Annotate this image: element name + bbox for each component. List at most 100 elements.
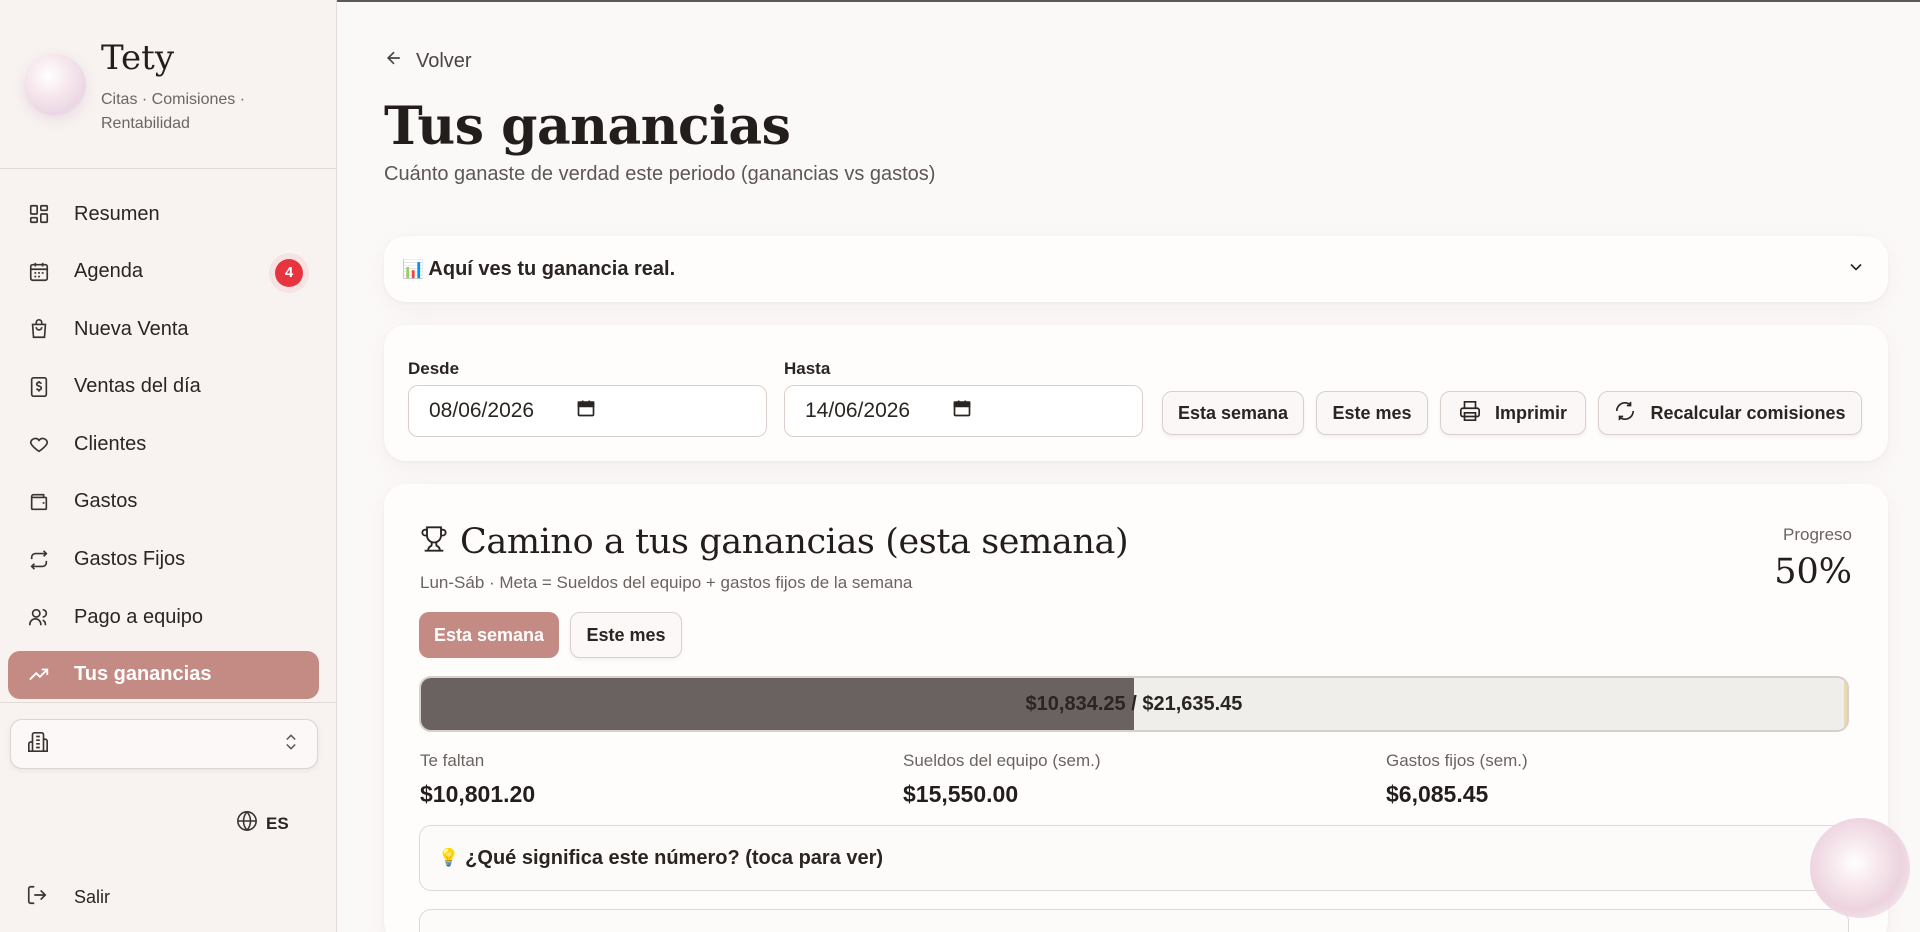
this-month-label: Este mes: [1332, 402, 1412, 423]
back-link[interactable]: Volver: [384, 48, 472, 74]
assistant-orb-button[interactable]: [1810, 818, 1910, 918]
recalculate-label: Recalcular comisiones: [1650, 402, 1846, 423]
from-date-input[interactable]: 08/06/2026: [408, 385, 767, 437]
chevron-down-icon: [1846, 257, 1866, 282]
agenda-count-badge: 4: [275, 258, 303, 287]
sidebar-divider: [0, 168, 337, 169]
sidebar-item-label: Gastos: [74, 490, 138, 513]
chevrons-up-down-icon: [281, 732, 301, 757]
salaries-stat: Sueldos del equipo (sem.) $15,550.00: [903, 751, 1101, 808]
goal-toggle-week[interactable]: Esta semana: [419, 612, 559, 658]
globe-icon: [236, 810, 258, 837]
sidebar-item-gastos-fijos[interactable]: Gastos Fijos: [8, 536, 319, 584]
progress-value: 50%: [1774, 552, 1852, 592]
bar-chart-emoji-icon: 📊: [402, 258, 425, 279]
sidebar-item-agenda[interactable]: Agenda 4: [8, 248, 319, 296]
goal-target-amount: $21,635.45: [1142, 692, 1243, 715]
fixed-expenses-label: Gastos fijos (sem.): [1386, 751, 1528, 770]
wallet-icon: [26, 489, 52, 515]
brand-logo-orb: [24, 54, 86, 116]
calendar-icon: [26, 259, 52, 285]
language-switcher[interactable]: ES: [236, 810, 289, 837]
sidebar-item-pago-a-equipo[interactable]: Pago a equipo: [8, 593, 319, 641]
main-content: Volver Tus ganancias Cuánto ganaste de v…: [338, 0, 1920, 932]
sidebar-item-nueva-venta[interactable]: Nueva Venta: [8, 305, 319, 353]
goal-amount-separator: /: [1125, 692, 1143, 715]
page-title: Tus ganancias: [384, 96, 791, 157]
brand-name: Tety: [101, 38, 175, 78]
sidebar-item-clientes[interactable]: Clientes: [8, 420, 319, 468]
recalculate-commissions-button[interactable]: Recalcular comisiones: [1598, 391, 1862, 435]
repeat-icon: [26, 547, 52, 573]
earnings-goal-card: Camino a tus ganancias (esta semana) Lun…: [384, 484, 1888, 932]
this-week-label: Esta semana: [1177, 402, 1289, 423]
shopping-bag-icon: [26, 316, 52, 342]
to-date-label: Hasta: [784, 359, 831, 378]
trending-up-icon: [26, 662, 52, 688]
sidebar: Tety Citas · Comisiones · Rentabilidad R…: [0, 0, 337, 932]
goal-toggle-week-label: Esta semana: [433, 624, 545, 645]
sidebar-item-label: Tus ganancias: [74, 663, 212, 686]
receipt-dollar-icon: [26, 374, 52, 400]
next-section-box: [419, 909, 1849, 932]
sidebar-item-tus-ganancias[interactable]: Tus ganancias: [8, 650, 319, 699]
date-filter-card: Desde 08/06/2026 Hasta 14/06/2026 Esta s…: [384, 325, 1888, 461]
sidebar-item-label: Ventas del día: [74, 375, 201, 398]
print-button[interactable]: Imprimir: [1440, 391, 1586, 435]
refresh-icon: [1614, 400, 1636, 427]
page-subtitle: Cuánto ganaste de verdad este periodo (g…: [384, 163, 936, 185]
sidebar-item-resumen[interactable]: Resumen: [8, 190, 319, 238]
calendar-picker-icon[interactable]: [952, 398, 972, 424]
salaries-value: $15,550.00: [903, 781, 1019, 807]
dashboard-icon: [26, 201, 52, 227]
fixed-expenses-stat: Gastos fijos (sem.) $6,085.45: [1386, 751, 1528, 808]
remaining-stat: Te faltan $10,801.20: [420, 751, 535, 808]
logout-icon: [26, 884, 48, 911]
sidebar-item-label: Gastos Fijos: [74, 548, 186, 571]
print-label: Imprimir: [1494, 402, 1568, 423]
building-icon: [27, 731, 49, 758]
this-month-button[interactable]: Este mes: [1316, 391, 1428, 435]
goal-toggle-month[interactable]: Este mes: [570, 612, 682, 658]
remaining-value: $10,801.20: [420, 781, 536, 807]
info-accordion-text: Aquí ves tu ganancia real.: [428, 257, 676, 280]
goal-progress-text: $10,834.25 / $21,635.45: [421, 678, 1847, 730]
sidebar-divider: [0, 702, 337, 703]
users-icon: [26, 604, 52, 630]
arrow-left-icon: [384, 48, 404, 74]
sidebar-item-label: Resumen: [74, 202, 160, 225]
from-date-label: Desde: [408, 359, 460, 378]
salaries-label: Sueldos del equipo (sem.): [903, 751, 1101, 770]
sidebar-item-ventas-del-dia[interactable]: Ventas del día: [8, 363, 319, 411]
brand: Tety Citas · Comisiones · Rentabilidad: [22, 36, 322, 146]
from-date-value: 08/06/2026: [429, 399, 535, 422]
goal-current-amount: $10,834.25: [1025, 692, 1126, 715]
remaining-label: Te faltan: [420, 751, 485, 770]
language-code: ES: [266, 813, 289, 833]
sidebar-item-label: Agenda: [74, 260, 143, 283]
trophy-icon: [420, 522, 448, 562]
goal-title-text: Camino a tus ganancias (esta semana): [460, 522, 1129, 562]
goal-title: Camino a tus ganancias (esta semana): [420, 522, 1129, 562]
fixed-expenses-value: $6,085.45: [1386, 781, 1489, 807]
to-date-value: 14/06/2026: [805, 399, 911, 422]
explain-number-toggle[interactable]: 💡 ¿Qué significa este número? (toca para…: [419, 825, 1849, 891]
explain-number-text: ¿Qué significa este número? (toca para v…: [465, 846, 884, 869]
info-accordion[interactable]: 📊 Aquí ves tu ganancia real.: [384, 236, 1888, 302]
goal-subtitle: Lun-Sáb · Meta = Sueldos del equipo + ga…: [420, 573, 913, 592]
to-date-input[interactable]: 14/06/2026: [784, 385, 1143, 437]
lightbulb-emoji-icon: 💡: [438, 848, 460, 867]
goal-progress-bar: $10,834.25 / $21,635.45: [419, 676, 1849, 732]
this-week-button[interactable]: Esta semana: [1162, 391, 1304, 435]
business-selector[interactable]: [10, 719, 318, 769]
back-label: Volver: [416, 49, 472, 72]
logout-label: Salir: [74, 887, 111, 907]
sidebar-item-gastos[interactable]: Gastos: [8, 478, 319, 526]
brand-subtitle: Citas · Comisiones · Rentabilidad: [101, 91, 246, 132]
logout-button[interactable]: Salir: [26, 884, 110, 911]
calendar-picker-icon[interactable]: [576, 398, 596, 424]
goal-toggle-month-label: Este mes: [586, 624, 666, 645]
sidebar-nav: Resumen Agenda 4 Nueva Venta Ventas del …: [8, 190, 319, 708]
sidebar-item-label: Nueva Venta: [74, 317, 189, 340]
progress-label: Progreso: [1783, 525, 1852, 544]
